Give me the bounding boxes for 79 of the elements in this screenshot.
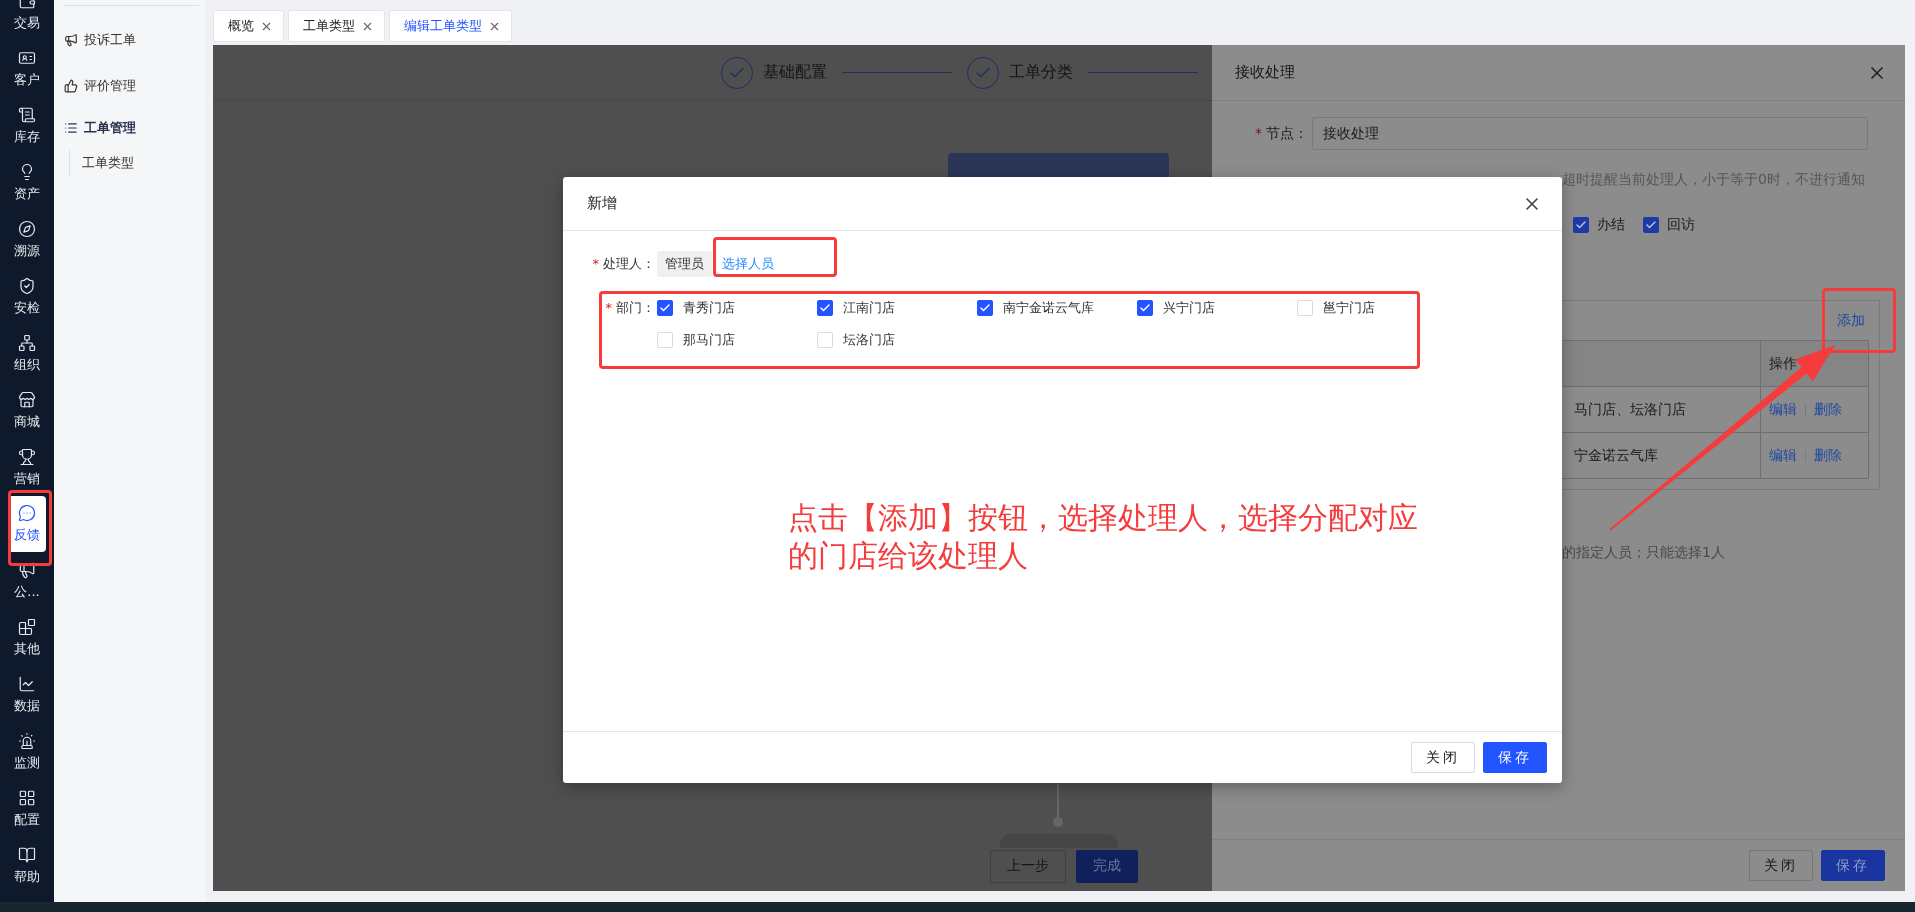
thumbs-up-icon	[64, 79, 78, 93]
checkbox[interactable]	[1643, 217, 1659, 233]
checkbox[interactable]	[817, 332, 833, 348]
checkbox-option[interactable]: 坛洛门店	[817, 330, 895, 350]
nav-item[interactable]: 安检	[8, 268, 46, 325]
checkbox-option[interactable]: 回访	[1643, 216, 1695, 234]
siren-icon	[18, 731, 36, 750]
checkbox-option[interactable]: 那马门店	[657, 330, 735, 350]
megaphone-icon	[64, 33, 78, 47]
drawer-title: 接收处理	[1235, 63, 1295, 82]
nav-item[interactable]: 溯源	[8, 211, 46, 268]
hint-text: 的指定人员；只能选择1人	[1562, 544, 1726, 562]
nav-item[interactable]: 资产	[8, 154, 46, 211]
nav-item[interactable]: 其他	[8, 609, 46, 666]
trophy-icon	[18, 447, 36, 466]
sidebar-item[interactable]: 评价管理	[64, 74, 205, 98]
nav-item[interactable]: 交易	[8, 0, 46, 40]
nav-item[interactable]: 营销	[8, 439, 46, 496]
save-button[interactable]: 保存	[1483, 742, 1547, 773]
shield-icon	[18, 276, 36, 295]
tab[interactable]: 概览	[213, 10, 284, 42]
user-tag: 管理员	[657, 251, 712, 277]
annotation-text: 点击【添加】按钮，选择处理人，选择分配对应的门店给该处理人	[788, 499, 1419, 575]
tab[interactable]: 工单类型	[288, 10, 385, 42]
check-icon	[659, 302, 671, 314]
checkbox-option[interactable]: 兴宁门店	[1137, 298, 1215, 318]
nav-item[interactable]: 监测	[8, 723, 46, 780]
sidebar-item[interactable]: 投诉工单	[64, 28, 205, 52]
blocks-icon	[18, 617, 36, 636]
checkbox-option[interactable]: 邕宁门店	[1297, 298, 1375, 318]
check-icon	[1645, 219, 1657, 231]
dialog-title: 新增	[587, 194, 617, 213]
input-field[interactable]: 接收处理	[1312, 117, 1868, 150]
nav-item[interactable]: 库存	[8, 97, 46, 154]
grid-icon	[18, 788, 36, 807]
step-label: 基础配置	[763, 62, 827, 83]
checkbox[interactable]	[1573, 217, 1589, 233]
close-button[interactable]: 关闭	[1749, 850, 1813, 881]
field-label: * 处理人：	[591, 255, 655, 273]
checkbox-option[interactable]: 南宁金诺云气库	[977, 298, 1094, 318]
check-icon	[1575, 219, 1587, 231]
checkbox[interactable]	[977, 300, 993, 316]
nav-item[interactable]: 配置	[8, 780, 46, 837]
book-icon	[18, 845, 36, 864]
list-icon	[64, 121, 78, 135]
save-button[interactable]: 保存	[1821, 850, 1885, 881]
compass-icon	[18, 219, 36, 238]
network-icon	[18, 333, 36, 352]
checkbox[interactable]	[657, 332, 673, 348]
checkbox-option[interactable]: 办结	[1573, 216, 1625, 234]
close-button[interactable]: 关闭	[1411, 742, 1475, 773]
tab[interactable]: 编辑工单类型	[389, 10, 512, 42]
nav-item[interactable]: 数据	[8, 666, 46, 723]
chat-icon	[18, 504, 36, 522]
field-label: * 节点：	[1254, 124, 1309, 143]
field-label: * 部门：	[604, 299, 655, 317]
check-icon	[979, 302, 991, 314]
nav-item[interactable]: 组织	[8, 325, 46, 382]
check-icon	[1139, 302, 1151, 314]
list-icon	[18, 105, 36, 124]
chart-icon	[18, 674, 36, 693]
step-label: 工单分类	[1009, 62, 1073, 83]
select-person-link[interactable]: 选择人员	[722, 248, 774, 280]
sidebar-item[interactable]: 工单类型	[82, 154, 205, 172]
sidebar-group[interactable]: 工单管理	[64, 116, 205, 140]
checkbox[interactable]	[817, 300, 833, 316]
check-icon	[819, 302, 831, 314]
checkbox[interactable]	[1297, 300, 1313, 316]
nav-item[interactable]: 帮助	[8, 837, 46, 894]
store-icon	[18, 390, 36, 409]
table-cell-text: 宁金诺云气库	[1573, 445, 1659, 465]
nav-item[interactable]: 公...	[8, 552, 46, 609]
table-cell-text: 马门店、坛洛门店	[1573, 399, 1687, 419]
nav-item[interactable]: 商城	[8, 382, 46, 439]
checkbox-option[interactable]: 江南门店	[817, 298, 895, 318]
nav-item[interactable]: 客户	[8, 40, 46, 97]
checkbox[interactable]	[1137, 300, 1153, 316]
checkbox[interactable]	[657, 300, 673, 316]
checkbox-option[interactable]: 青秀门店	[657, 298, 735, 318]
